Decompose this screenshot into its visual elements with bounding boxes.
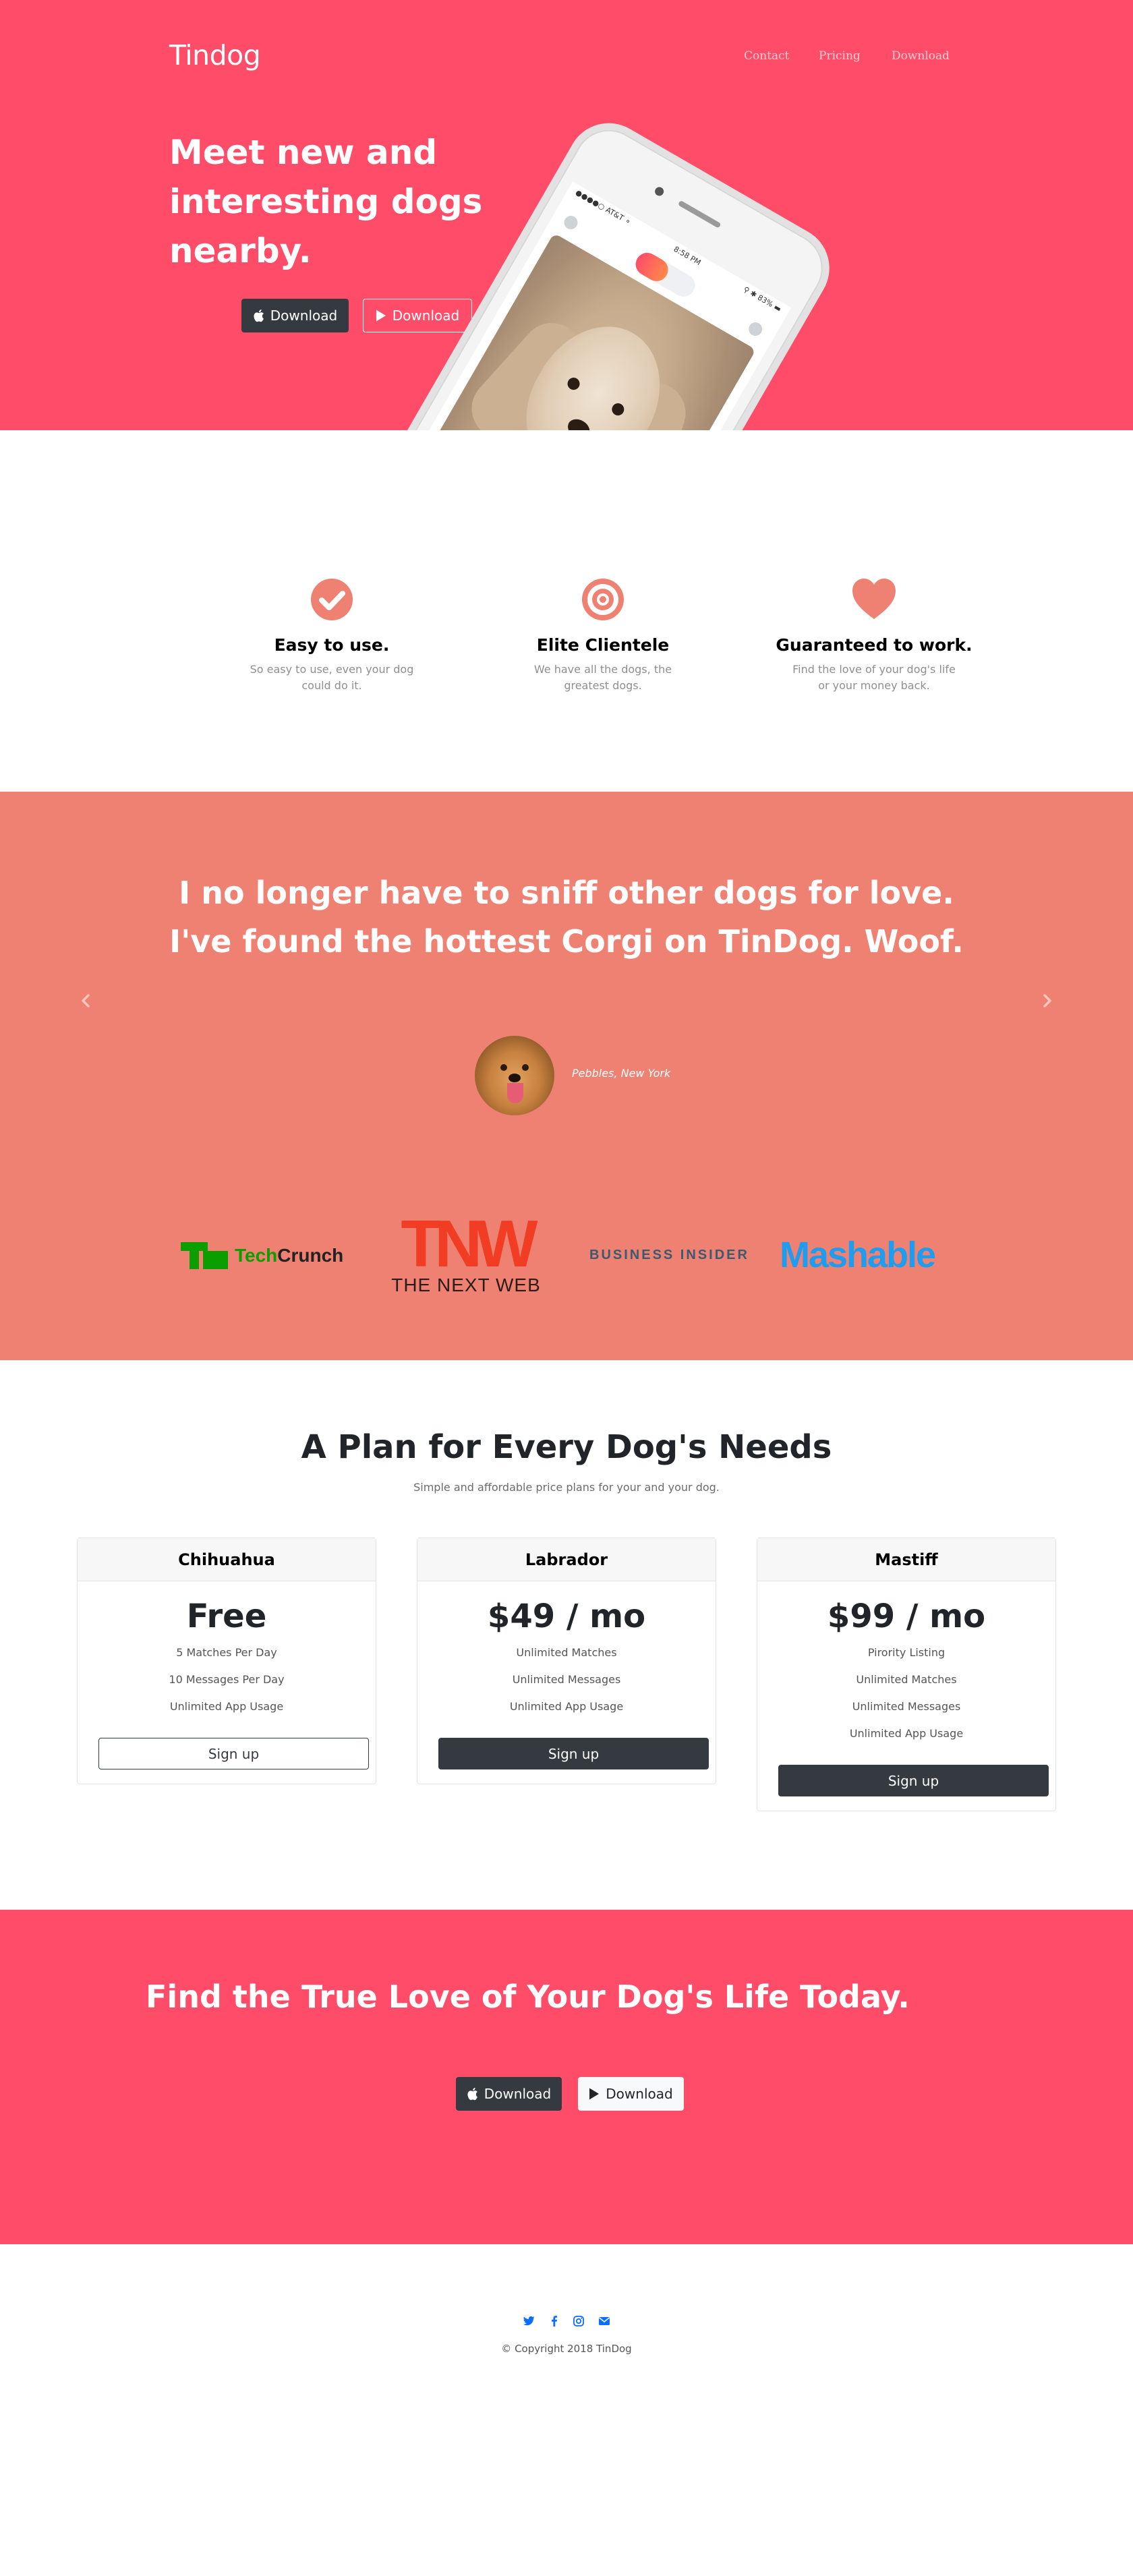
cta-google-play-download-button[interactable]: Download [578, 2077, 684, 2111]
twitter-link[interactable] [522, 2314, 535, 2328]
envelope-icon [599, 2317, 610, 2325]
sign-up-label: Sign up [208, 1745, 260, 1762]
pricing-subtitle: Simple and affordable price plans for yo… [413, 1481, 720, 1494]
phone-camera [653, 185, 666, 198]
feature-title: Guaranteed to work. [776, 635, 972, 655]
feature-title: Easy to use. [274, 635, 390, 655]
carousel-prev-button[interactable] [76, 987, 96, 1014]
plan-name: Mastiff [757, 1538, 1055, 1581]
plan-feature: Unlimited App Usage [509, 1700, 624, 1713]
email-link[interactable] [598, 2314, 611, 2328]
cta-apple-download-label: Download [484, 2086, 552, 2102]
facebook-link[interactable] [548, 2314, 561, 2328]
mashable-logo: Mashable [780, 1235, 936, 1275]
testimonial-avatar [475, 1036, 554, 1115]
instagram-icon [573, 2316, 584, 2326]
twitter-icon [523, 2316, 535, 2326]
techcrunch-mark-icon [181, 1242, 228, 1269]
copyright-text: © Copyright 2018 TinDog [501, 2343, 632, 2355]
avatar-eye-right [522, 1064, 529, 1071]
cta-section: Find the True Love of Your Dog's Life To… [0, 1910, 1133, 2244]
cta-title: Find the True Love of Your Dog's Life To… [146, 1979, 910, 2015]
google-play-icon [376, 310, 386, 322]
feature-title: Elite Clientele [536, 635, 670, 655]
app-toggle-active [631, 248, 672, 286]
dog-nose [564, 415, 593, 430]
cta-google-play-download-label: Download [606, 2086, 673, 2102]
plan-price: $99 / mo [827, 1598, 986, 1635]
tnw-name: THE NEXT WEB [391, 1275, 541, 1295]
feature-text: Find the love of your dog's life or your… [792, 663, 956, 692]
techcrunch-logo: Tech Crunch [181, 1242, 343, 1269]
carousel-next-button[interactable] [1037, 987, 1057, 1014]
nav-link-contact[interactable]: Contact [744, 49, 790, 63]
hero-apple-download-button[interactable]: Download [241, 299, 349, 332]
plan-feature: Unlimited Matches [516, 1646, 617, 1659]
pricing-card-labrador: Labrador $49 / mo Unlimited Matches Unli… [417, 1538, 716, 1784]
feature-guaranteed: Guaranteed to work. Find the love of you… [773, 575, 975, 694]
business-insider-logo: BUSINESS INSIDER [589, 1248, 749, 1262]
cta-apple-download-button[interactable]: Download [456, 2077, 562, 2111]
heart-icon [852, 579, 896, 619]
avatar-tongue [507, 1083, 523, 1103]
hero-google-play-download-label: Download [392, 308, 460, 324]
app-settings-icon [561, 213, 581, 232]
apple-icon [467, 2088, 477, 2101]
feature-text: We have all the dogs, the greatest dogs. [533, 663, 672, 692]
plan-feature: Pirority Listing [867, 1646, 946, 1659]
avatar-nose [509, 1074, 521, 1082]
plan-name: Labrador [417, 1538, 716, 1581]
hero-apple-download-label: Download [270, 308, 338, 324]
plan-feature: Unlimited Messages [852, 1700, 961, 1713]
plan-price: Free [186, 1598, 267, 1635]
pricing-title: A Plan for Every Dog's Needs [301, 1428, 832, 1466]
techcrunch-text-b: Crunch [277, 1245, 344, 1266]
instagram-link[interactable] [572, 2314, 585, 2328]
techcrunch-text-a: Tech [235, 1245, 278, 1266]
tnw-logo: TNW THE NEXT WEB [382, 1206, 550, 1296]
plan-feature: Unlimited Messages [512, 1673, 621, 1686]
dog-eye-left [565, 375, 582, 392]
google-play-icon [589, 2088, 600, 2100]
pricing-card-chihuahua: Chihuahua Free 5 Matches Per Day 10 Mess… [77, 1538, 376, 1784]
brand-logo[interactable]: Tindog [169, 39, 261, 71]
facebook-icon [552, 2316, 558, 2326]
mastiff-sign-up-button[interactable]: Sign up [778, 1765, 1049, 1796]
chevron-left-icon [82, 994, 90, 1007]
sign-up-label: Sign up [888, 1772, 939, 1789]
feature-elite-clientele: Elite Clientele We have all the dogs, th… [502, 575, 704, 694]
testimonial-author: Pebbles, New York [572, 1067, 671, 1080]
chihuahua-sign-up-button[interactable]: Sign up [98, 1738, 369, 1769]
hero-title: Meet new and interesting dogs nearby. [169, 133, 483, 270]
dog-eye-right [610, 401, 627, 418]
app-chat-icon [746, 320, 765, 339]
hero-section: Tindog Contact Pricing Download Meet new… [0, 0, 1133, 430]
tnw-mark: TNW [401, 1206, 538, 1281]
testimonials-section: I no longer have to sniff other dogs for… [0, 792, 1133, 1360]
plan-name: Chihuahua [78, 1538, 376, 1581]
check-circle-icon [311, 579, 353, 620]
feature-text: So easy to use, even your dog could do i… [250, 663, 414, 692]
plan-feature: Unlimited App Usage [849, 1727, 964, 1740]
testimonial-quote: I no longer have to sniff other dogs for… [169, 875, 964, 960]
nav-link-pricing[interactable]: Pricing [819, 49, 861, 63]
labrador-sign-up-button[interactable]: Sign up [438, 1738, 709, 1769]
phone-speaker [677, 200, 722, 229]
feature-easy-to-use: Easy to use. So easy to use, even your d… [231, 575, 433, 694]
avatar-eye-left [500, 1064, 507, 1071]
chevron-right-icon [1043, 994, 1051, 1007]
apple-icon [254, 310, 264, 322]
pricing-card-mastiff: Mastiff $99 / mo Pirority Listing Unlimi… [757, 1538, 1056, 1811]
hero-google-play-download-button[interactable]: Download [363, 299, 472, 332]
plan-feature: Unlimited Matches [856, 1673, 957, 1686]
plan-price: $49 / mo [487, 1598, 646, 1635]
plan-feature: Unlimited App Usage [169, 1700, 284, 1713]
plan-feature: 5 Matches Per Day [176, 1646, 277, 1659]
bullseye-icon [582, 579, 624, 620]
sign-up-label: Sign up [548, 1745, 600, 1762]
plan-feature: 10 Messages Per Day [169, 1673, 285, 1686]
nav-link-download[interactable]: Download [892, 49, 950, 63]
